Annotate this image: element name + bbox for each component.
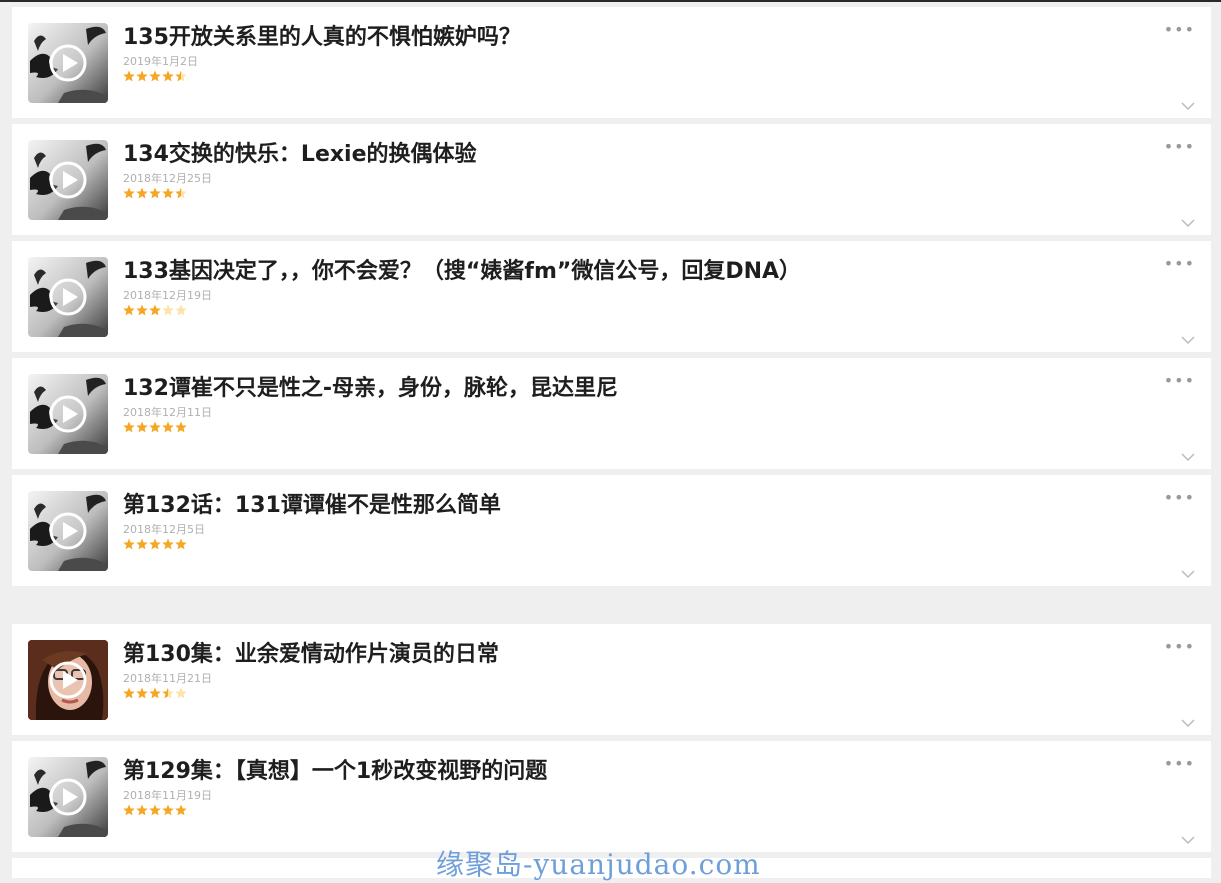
play-thumbnail[interactable] — [28, 140, 108, 220]
episode-date: 2018年12月5日 — [123, 523, 205, 536]
episode-date: 2018年11月21日 — [123, 672, 212, 685]
star-icon — [136, 804, 148, 816]
star-icon — [149, 804, 161, 816]
episode-title[interactable]: 132谭崔不只是性之-母亲，身份，脉轮，昆达里尼 — [123, 374, 618, 404]
more-options-icon[interactable]: ••• — [1164, 256, 1195, 272]
play-thumbnail[interactable] — [28, 757, 108, 837]
watermark: 缘聚岛-yuanjudao.com — [436, 848, 761, 881]
top-border — [0, 0, 1221, 2]
star-icon — [175, 538, 187, 550]
chevron-down-icon[interactable] — [1181, 564, 1195, 579]
star-icon — [175, 304, 187, 316]
star-icon — [149, 538, 161, 550]
star-icon — [149, 187, 161, 199]
episode-title[interactable]: 第132话：131谭谭催不是性那么简单 — [123, 491, 501, 521]
star-icon — [149, 304, 161, 316]
star-icon — [149, 687, 161, 699]
star-rating — [123, 304, 189, 318]
play-thumbnail[interactable] — [28, 374, 108, 454]
episode-card[interactable]: 第129集：【真想】一个1秒改变视野的问题 2018年11月19日 ••• — [12, 741, 1211, 852]
episode-title[interactable]: 133基因决定了，，你不会爱？（搜“婊酱fm”微信公号，回复DNA） — [123, 257, 801, 287]
episode-date: 2018年11月19日 — [123, 789, 212, 802]
star-rating — [123, 804, 189, 818]
star-icon — [136, 70, 148, 82]
star-icon — [136, 187, 148, 199]
star-icon — [149, 421, 161, 433]
star-icon — [136, 538, 148, 550]
star-icon — [123, 687, 135, 699]
episode-card[interactable]: 第130集：业余爱情动作片演员的日常 2018年11月21日 ••• — [12, 624, 1211, 735]
play-thumbnail[interactable] — [28, 491, 108, 571]
star-icon — [162, 804, 174, 816]
chevron-down-icon[interactable] — [1181, 96, 1195, 111]
more-options-icon[interactable]: ••• — [1164, 373, 1195, 389]
more-options-icon[interactable]: ••• — [1164, 490, 1195, 506]
star-icon — [123, 804, 135, 816]
chevron-down-icon[interactable] — [1181, 213, 1195, 228]
star-icon — [123, 187, 135, 199]
episode-title[interactable]: 第130集：业余爱情动作片演员的日常 — [123, 640, 499, 670]
star-icon — [175, 187, 187, 199]
episode-date: 2019年1月2日 — [123, 55, 198, 68]
more-options-icon[interactable]: ••• — [1164, 22, 1195, 38]
star-icon — [162, 538, 174, 550]
star-icon — [123, 70, 135, 82]
episode-card[interactable]: 第132话：131谭谭催不是性那么简单 2018年12月5日 ••• — [12, 475, 1211, 586]
star-icon — [162, 421, 174, 433]
chevron-down-icon[interactable] — [1181, 447, 1195, 462]
star-icon — [162, 70, 174, 82]
star-icon — [175, 804, 187, 816]
star-rating — [123, 421, 189, 435]
star-icon — [162, 687, 174, 699]
star-icon — [136, 687, 148, 699]
play-thumbnail[interactable] — [28, 23, 108, 103]
star-icon — [123, 421, 135, 433]
play-thumbnail[interactable] — [28, 640, 108, 720]
episode-title[interactable]: 第129集：【真想】一个1秒改变视野的问题 — [123, 757, 547, 787]
star-icon — [162, 187, 174, 199]
star-icon — [136, 304, 148, 316]
episode-card[interactable]: 134交换的快乐：Lexie的换偶体验 2018年12月25日 ••• — [12, 124, 1211, 235]
episode-card[interactable]: 132谭崔不只是性之-母亲，身份，脉轮，昆达里尼 2018年12月11日 ••• — [12, 358, 1211, 469]
episode-date: 2018年12月11日 — [123, 406, 212, 419]
star-rating — [123, 70, 189, 84]
star-icon — [175, 421, 187, 433]
chevron-down-icon[interactable] — [1181, 330, 1195, 345]
episode-card[interactable]: 135开放关系里的人真的不惧怕嫉妒吗？ 2019年1月2日 ••• — [12, 7, 1211, 118]
star-icon — [123, 304, 135, 316]
star-icon — [175, 70, 187, 82]
star-icon — [123, 538, 135, 550]
episode-title[interactable]: 134交换的快乐：Lexie的换偶体验 — [123, 140, 477, 170]
episode-date: 2018年12月25日 — [123, 172, 212, 185]
star-icon — [175, 687, 187, 699]
more-options-icon[interactable]: ••• — [1164, 139, 1195, 155]
star-rating — [123, 538, 189, 552]
star-rating — [123, 187, 189, 201]
episode-card[interactable]: 133基因决定了，，你不会爱？（搜“婊酱fm”微信公号，回复DNA） 2018年1… — [12, 241, 1211, 352]
more-options-icon[interactable]: ••• — [1164, 756, 1195, 772]
star-icon — [136, 421, 148, 433]
chevron-down-icon[interactable] — [1181, 830, 1195, 845]
play-thumbnail[interactable] — [28, 257, 108, 337]
star-rating — [123, 687, 189, 701]
episode-date: 2018年12月19日 — [123, 289, 212, 302]
episode-title[interactable]: 135开放关系里的人真的不惧怕嫉妒吗？ — [123, 23, 521, 53]
star-icon — [162, 304, 174, 316]
star-icon — [149, 70, 161, 82]
chevron-down-icon[interactable] — [1181, 713, 1195, 728]
more-options-icon[interactable]: ••• — [1164, 639, 1195, 655]
